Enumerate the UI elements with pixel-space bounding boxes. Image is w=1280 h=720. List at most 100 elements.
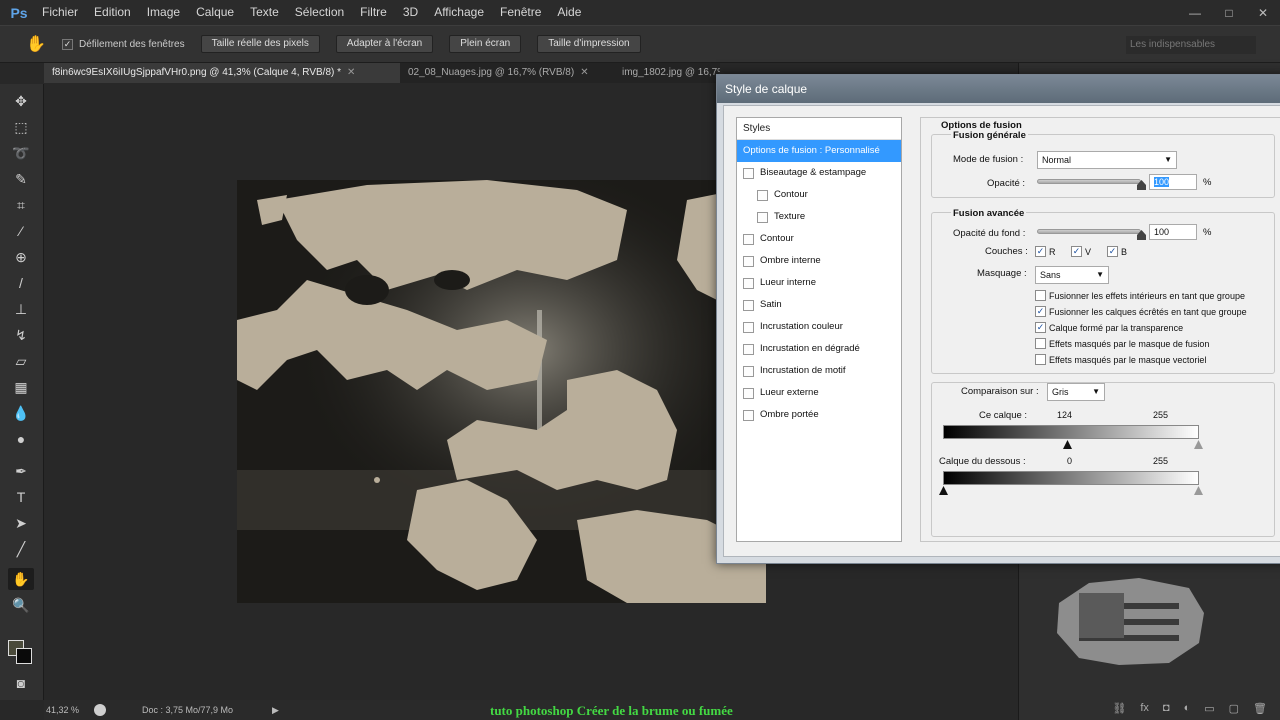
- background-color-swatch[interactable]: [16, 648, 32, 664]
- crop-icon[interactable]: ⌗: [8, 194, 34, 216]
- folder-icon[interactable]: ▭: [1204, 702, 1214, 715]
- link-icon[interactable]: ⛓: [1112, 702, 1126, 715]
- fill-opacity-slider[interactable]: [1037, 229, 1141, 234]
- tab-document-img[interactable]: img_1802.jpg @ 16,7% (RVB/8): [614, 63, 720, 83]
- marquee-icon[interactable]: ⬚: [8, 116, 34, 138]
- hand-tool-preset-icon[interactable]: ✋: [16, 29, 56, 59]
- gradient-icon[interactable]: ▦: [8, 376, 34, 398]
- opacity-input[interactable]: 100: [1149, 174, 1197, 190]
- fit-screen-button[interactable]: Adapter à l'écran: [335, 35, 434, 53]
- style-checkbox[interactable]: [757, 211, 768, 223]
- workspace-switcher[interactable]: Les indispensables: [1126, 36, 1256, 54]
- style-item[interactable]: Options de fusion : Personnalisé: [737, 140, 901, 162]
- menu-edition[interactable]: Edition: [86, 0, 139, 25]
- blend-mode-select[interactable]: Normal ▼: [1037, 151, 1177, 169]
- menu-filtre[interactable]: Filtre: [352, 0, 395, 25]
- menu-texte[interactable]: Texte: [242, 0, 287, 25]
- actual-pixels-button[interactable]: Taille réelle des pixels: [200, 35, 320, 53]
- style-item[interactable]: Ombre portée: [737, 404, 901, 426]
- advanced-option-checkbox[interactable]: ✓ Fusionner les calques écrêtés en tant q…: [1035, 306, 1247, 317]
- style-item[interactable]: Biseautage & estampage: [737, 162, 901, 184]
- style-item[interactable]: Lueur externe: [737, 382, 901, 404]
- minimize-button[interactable]: —: [1178, 0, 1212, 25]
- history-brush-icon[interactable]: ↯: [8, 324, 34, 346]
- zoom-level[interactable]: 41,32 %: [44, 705, 94, 715]
- menu-calque[interactable]: Calque: [188, 0, 242, 25]
- blend-if-select[interactable]: Gris ▼: [1047, 383, 1105, 401]
- eyedropper-icon[interactable]: ⁄: [8, 220, 34, 242]
- adjustment-icon[interactable]: ◐: [1184, 702, 1191, 714]
- mask-icon[interactable]: ◘: [1163, 702, 1170, 714]
- style-checkbox[interactable]: [743, 409, 754, 421]
- menu-fenetre[interactable]: Fenêtre: [492, 0, 549, 25]
- style-item[interactable]: Contour: [737, 228, 901, 250]
- menu-image[interactable]: Image: [139, 0, 188, 25]
- stamp-icon[interactable]: ⊥: [8, 298, 34, 320]
- style-checkbox[interactable]: [743, 167, 754, 179]
- style-checkbox[interactable]: [743, 277, 754, 289]
- fill-opacity-input[interactable]: 100: [1149, 224, 1197, 240]
- style-checkbox[interactable]: [743, 255, 754, 267]
- print-size-button[interactable]: Taille d'impression: [537, 35, 641, 53]
- brush-icon[interactable]: /: [8, 272, 34, 294]
- style-item[interactable]: Lueur interne: [737, 272, 901, 294]
- quick-select-icon[interactable]: ✎: [8, 168, 34, 190]
- style-checkbox[interactable]: [743, 299, 754, 311]
- menu-aide[interactable]: Aide: [549, 0, 589, 25]
- style-checkbox[interactable]: [743, 387, 754, 399]
- style-checkbox[interactable]: [743, 233, 754, 245]
- menu-fichier[interactable]: Fichier: [34, 0, 86, 25]
- style-item[interactable]: Incrustation en dégradé: [737, 338, 901, 360]
- styles-header[interactable]: Styles: [737, 118, 901, 140]
- quick-mask-icon[interactable]: ◙: [8, 672, 34, 694]
- knockout-select[interactable]: Sans ▼: [1035, 266, 1109, 284]
- layer-thumbnail[interactable]: [1049, 573, 1209, 668]
- line-icon[interactable]: ╱: [8, 538, 34, 560]
- fx-icon[interactable]: fx: [1140, 702, 1149, 714]
- fill-screen-button[interactable]: Plein écran: [449, 35, 522, 53]
- move-icon[interactable]: ✥: [8, 90, 34, 112]
- tab-close-icon[interactable]: ✕: [580, 67, 588, 78]
- pen-icon[interactable]: ✒: [8, 460, 34, 482]
- style-item[interactable]: Incrustation couleur: [737, 316, 901, 338]
- type-icon[interactable]: T: [8, 486, 34, 508]
- advanced-option-checkbox[interactable]: Fusionner les effets intérieurs en tant …: [1035, 290, 1245, 301]
- style-checkbox[interactable]: [743, 365, 754, 377]
- advanced-option-checkbox[interactable]: ✓ Calque formé par la transparence: [1035, 322, 1183, 333]
- style-item[interactable]: Contour: [737, 184, 901, 206]
- style-item[interactable]: Texture: [737, 206, 901, 228]
- path-select-icon[interactable]: ➤: [8, 512, 34, 534]
- status-arrow-icon[interactable]: ▶: [272, 705, 279, 716]
- dodge-icon[interactable]: ●: [8, 428, 34, 450]
- advanced-option-checkbox[interactable]: Effets masqués par le masque vectoriel: [1035, 354, 1206, 365]
- channel-v-checkbox[interactable]: ✓ V: [1071, 246, 1091, 257]
- menu-selection[interactable]: Sélection: [287, 0, 352, 25]
- close-button[interactable]: ✕: [1246, 0, 1280, 25]
- status-info-icon[interactable]: [94, 704, 106, 716]
- document-canvas[interactable]: [237, 180, 766, 603]
- new-layer-icon[interactable]: ▢: [1229, 702, 1239, 715]
- scroll-all-windows[interactable]: ✓ Défilement des fenêtres: [62, 38, 185, 50]
- style-item[interactable]: Satin: [737, 294, 901, 316]
- lasso-icon[interactable]: ➰: [8, 142, 34, 164]
- tab-document-nuages[interactable]: 02_08_Nuages.jpg @ 16,7% (RVB/8) ✕: [400, 63, 614, 83]
- advanced-option-checkbox[interactable]: Effets masqués par le masque de fusion: [1035, 338, 1209, 349]
- hand-icon[interactable]: ✋: [8, 568, 34, 590]
- dialog-title[interactable]: Style de calque: [717, 75, 1280, 103]
- menu-3d[interactable]: 3D: [395, 0, 426, 25]
- style-checkbox[interactable]: [757, 189, 768, 201]
- blur-icon[interactable]: 💧: [8, 402, 34, 424]
- maximize-button[interactable]: □: [1212, 0, 1246, 25]
- tab-close-icon[interactable]: ✕: [347, 67, 355, 78]
- channel-b-checkbox[interactable]: ✓ B: [1107, 246, 1127, 257]
- channel-r-checkbox[interactable]: ✓ R: [1035, 246, 1056, 257]
- scroll-all-checkbox[interactable]: ✓: [62, 38, 73, 50]
- style-item[interactable]: Incrustation de motif: [737, 360, 901, 382]
- trash-icon[interactable]: 🗑: [1253, 702, 1267, 715]
- canvas-area[interactable]: [44, 84, 766, 700]
- eraser-icon[interactable]: ▱: [8, 350, 34, 372]
- opacity-slider[interactable]: [1037, 179, 1141, 184]
- style-checkbox[interactable]: [743, 321, 754, 333]
- tab-document-active[interactable]: f8in6wc9EsIX6iIUgSjppafVHr0.png @ 41,3% …: [44, 63, 400, 83]
- style-item[interactable]: Ombre interne: [737, 250, 901, 272]
